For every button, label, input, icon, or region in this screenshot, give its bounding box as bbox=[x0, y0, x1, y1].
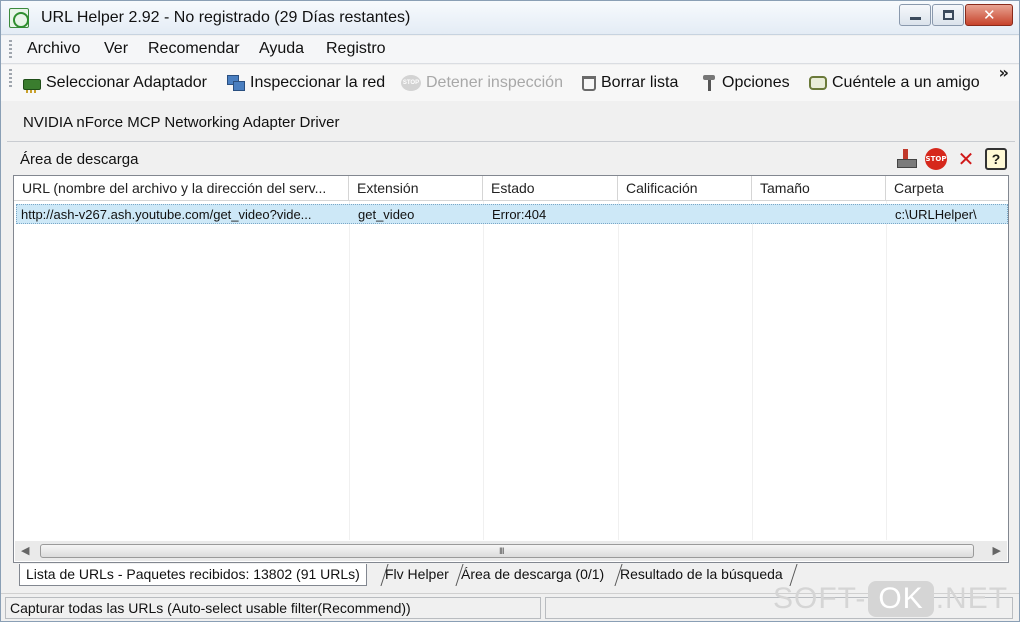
column-calificacion[interactable]: Calificación bbox=[618, 176, 752, 201]
watermark-logo: SOFT- OK .NET bbox=[773, 581, 1008, 617]
maximize-button[interactable] bbox=[932, 4, 964, 26]
menu-bar: Archivo Ver Recomendar Ayuda Registro bbox=[1, 36, 1019, 64]
status-text: Capturar todas las URLs (Auto-select usa… bbox=[5, 597, 541, 619]
options-icon bbox=[701, 75, 717, 91]
select-adapter-label: Seleccionar Adaptador bbox=[46, 74, 207, 91]
minimize-icon bbox=[910, 17, 921, 20]
network-icon bbox=[227, 75, 245, 91]
cell-extension: get_video bbox=[358, 207, 415, 222]
menu-registro[interactable]: Registro bbox=[326, 40, 386, 58]
watermark-ok: OK bbox=[868, 581, 934, 617]
tell-friend-label: Cuéntele a un amigo bbox=[832, 74, 980, 91]
stop-inspection-button[interactable]: STOP Detener inspección bbox=[401, 72, 563, 94]
toolbar-overflow-icon[interactable]: » bbox=[999, 65, 1009, 81]
cell-carpeta: c:\URLHelper\ bbox=[895, 207, 977, 222]
cell-estado: Error:404 bbox=[492, 207, 547, 222]
options-label: Opciones bbox=[722, 74, 790, 91]
column-carpeta[interactable]: Carpeta bbox=[886, 176, 1008, 201]
inspect-network-button[interactable]: Inspeccionar la red bbox=[227, 72, 385, 94]
close-button[interactable]: ✕ bbox=[965, 4, 1013, 26]
inspect-network-label: Inspeccionar la red bbox=[250, 74, 386, 91]
column-extension[interactable]: Extensión bbox=[349, 176, 483, 201]
minimize-button[interactable] bbox=[899, 4, 931, 26]
column-gridline bbox=[483, 201, 484, 540]
maximize-icon bbox=[943, 10, 954, 20]
list-header: URL (nombre del archivo y la dirección d… bbox=[14, 176, 1008, 201]
column-tamano[interactable]: Tamaño bbox=[752, 176, 886, 201]
column-gridline bbox=[886, 201, 887, 540]
toolbar: Seleccionar Adaptador Inspeccionar la re… bbox=[1, 65, 1019, 101]
window-controls: ✕ bbox=[899, 4, 1013, 26]
help-icon[interactable]: ? bbox=[985, 148, 1007, 170]
stop-icon: STOP bbox=[401, 75, 421, 91]
tell-friend-button[interactable]: Cuéntele a un amigo bbox=[809, 72, 980, 94]
menu-ayuda[interactable]: Ayuda bbox=[259, 40, 304, 58]
download-list[interactable]: URL (nombre del archivo y la dirección d… bbox=[13, 175, 1009, 563]
column-estado[interactable]: Estado bbox=[483, 176, 618, 201]
horizontal-scrollbar[interactable]: ◀ III ▶ bbox=[15, 541, 1007, 561]
menu-archivo[interactable]: Archivo bbox=[27, 40, 80, 58]
column-url[interactable]: URL (nombre del archivo y la dirección d… bbox=[14, 176, 349, 201]
stop-icon[interactable]: STOP bbox=[925, 148, 947, 170]
select-adapter-button[interactable]: Seleccionar Adaptador bbox=[23, 72, 207, 94]
clear-list-button[interactable]: Borrar lista bbox=[582, 72, 678, 94]
toolbar-grip[interactable] bbox=[9, 69, 12, 89]
window-title: URL Helper 2.92 - No registrado (29 Días… bbox=[41, 9, 411, 26]
download-area-tools: STOP ✕ ? bbox=[895, 148, 1007, 170]
column-gridline bbox=[618, 201, 619, 540]
tab-flv-helper[interactable]: Flv Helper bbox=[379, 564, 455, 586]
delete-icon[interactable]: ✕ bbox=[955, 148, 977, 170]
title-bar: URL Helper 2.92 - No registrado (29 Días… bbox=[1, 1, 1019, 35]
stop-inspection-label: Detener inspección bbox=[426, 74, 563, 91]
scroll-right-icon[interactable]: ▶ bbox=[993, 544, 1001, 557]
scroll-grip: III bbox=[499, 546, 504, 556]
table-row[interactable]: http://ash-v267.ash.youtube.com/get_vide… bbox=[16, 204, 1008, 224]
options-button[interactable]: Opciones bbox=[701, 72, 790, 94]
tab-url-list[interactable]: Lista de URLs - Paquetes recibidos: 1380… bbox=[19, 564, 367, 586]
cell-url: http://ash-v267.ash.youtube.com/get_vide… bbox=[21, 207, 312, 222]
menu-grip[interactable] bbox=[9, 40, 12, 60]
menu-recomendar[interactable]: Recomendar bbox=[148, 40, 240, 58]
clear-list-label: Borrar lista bbox=[601, 74, 679, 91]
watermark-left: SOFT- bbox=[773, 582, 867, 615]
tab-search-results[interactable]: Resultado de la búsqueda bbox=[614, 564, 789, 586]
trash-icon bbox=[582, 75, 596, 91]
scroll-thumb[interactable]: III bbox=[40, 544, 974, 558]
scroll-left-icon[interactable]: ◀ bbox=[21, 544, 29, 557]
close-icon: ✕ bbox=[983, 6, 996, 24]
app-logo-icon bbox=[9, 8, 29, 28]
column-gridline bbox=[752, 201, 753, 540]
tab-download-area[interactable]: Área de descarga (0/1) bbox=[455, 564, 610, 586]
app-window: URL Helper 2.92 - No registrado (29 Días… bbox=[0, 0, 1020, 622]
menu-ver[interactable]: Ver bbox=[104, 40, 128, 58]
download-icon[interactable] bbox=[895, 148, 917, 170]
network-card-icon bbox=[23, 78, 41, 93]
download-area-title: Área de descarga bbox=[20, 151, 139, 168]
divider bbox=[7, 141, 1015, 142]
adapter-name: NVIDIA nForce MCP Networking Adapter Dri… bbox=[23, 114, 340, 131]
column-gridline bbox=[349, 201, 350, 540]
chat-icon bbox=[809, 76, 827, 90]
watermark-right: .NET bbox=[935, 582, 1009, 615]
